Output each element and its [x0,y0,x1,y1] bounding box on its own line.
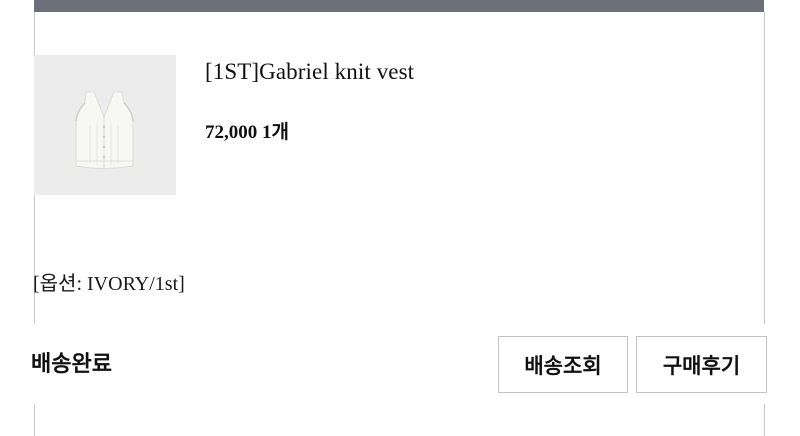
card-header-bar [34,0,764,12]
next-card-border-left [34,404,35,436]
product-quantity: 1개 [262,122,289,143]
product-price: 72,000 [205,122,258,143]
write-review-button[interactable]: 구매후기 [636,336,767,393]
price-quantity: 72,000 1개 [205,117,289,144]
knit-vest-image [34,55,176,195]
card-border-right [764,12,765,324]
delivery-status: 배송완료 [31,352,112,377]
product-name[interactable]: [1ST]Gabriel knit vest [205,59,414,85]
product-option: [옵션: IVORY/1st] [33,273,185,295]
track-delivery-button[interactable]: 배송조회 [498,336,628,393]
next-card-border-right [764,404,765,436]
product-thumbnail[interactable] [34,55,176,195]
